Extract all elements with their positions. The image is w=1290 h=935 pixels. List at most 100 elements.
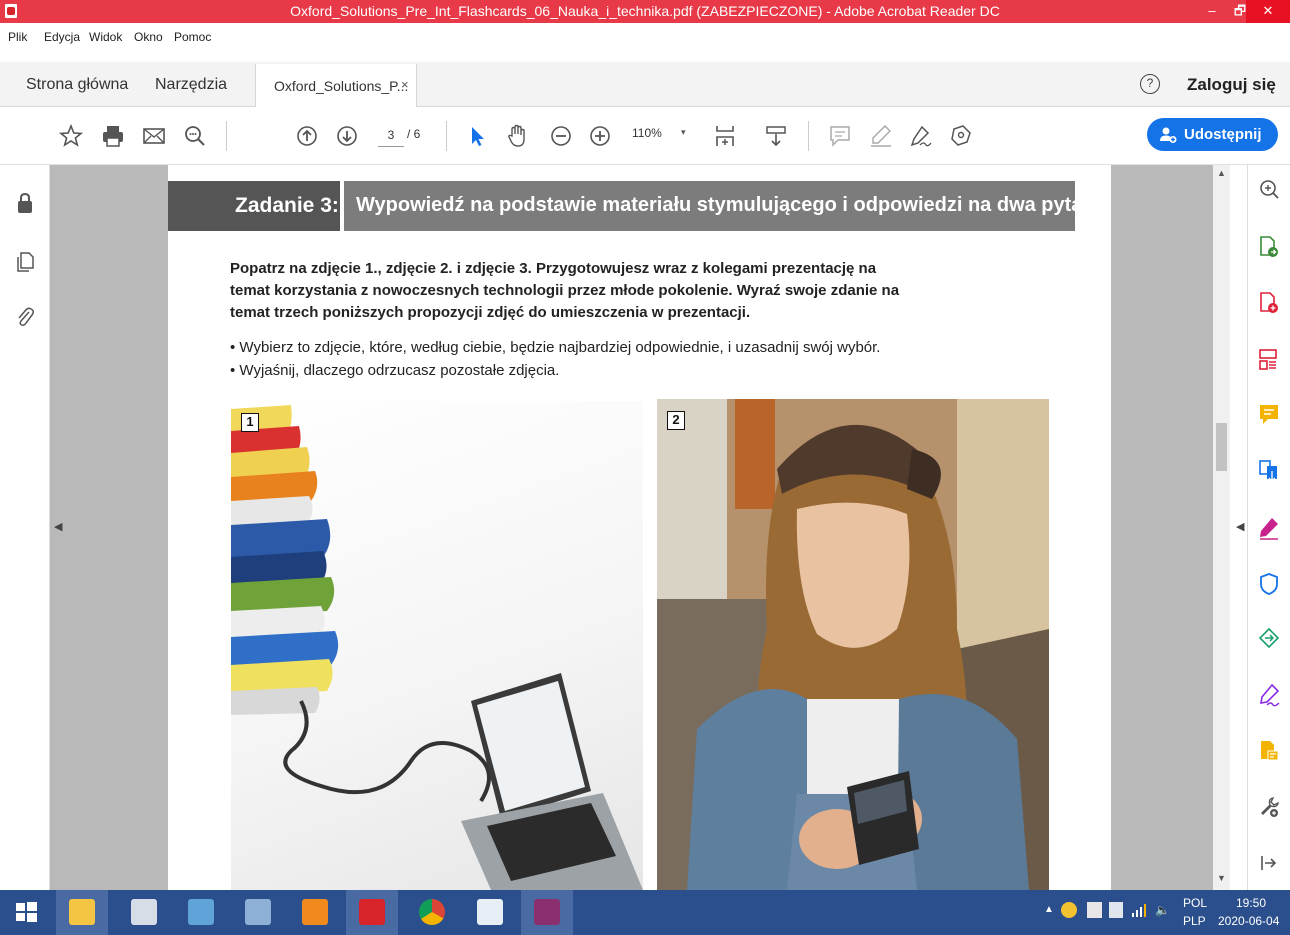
sign-pen-icon[interactable] [908, 123, 934, 149]
books-laptop-illustration [231, 405, 643, 890]
menu-window[interactable]: Okno [134, 30, 163, 44]
show-hidden-icons[interactable]: ▲ [1044, 904, 1054, 935]
help-icon[interactable]: ? [1140, 74, 1160, 94]
page-number-input[interactable]: 3 [378, 125, 404, 147]
export-pdf-icon[interactable] [1258, 235, 1280, 259]
boy-phone-illustration [657, 399, 1049, 890]
network-signal-icon[interactable] [1131, 902, 1147, 918]
scrollbar-thumb[interactable] [1216, 423, 1227, 471]
hand-tool-icon[interactable] [504, 123, 530, 149]
fill-sign-icon[interactable] [1258, 516, 1280, 540]
tab-document[interactable]: Oxford_Solutions_P... × [255, 64, 417, 107]
language-bottom[interactable]: PLP [1183, 914, 1206, 935]
tab-bar: Strona główna Narzędzia Oxford_Solutions… [0, 62, 1290, 107]
start-button[interactable] [0, 890, 52, 935]
search-icon[interactable] [182, 123, 208, 149]
right-tools-pane [1247, 165, 1290, 890]
tab-home[interactable]: Strona główna [26, 76, 128, 94]
photo-boy-with-phone: 2 [657, 399, 1049, 890]
stamp-icon[interactable] [948, 123, 974, 149]
close-tab-icon[interactable]: × [401, 77, 409, 92]
zoom-out-icon[interactable] [548, 123, 574, 149]
bookmark-star-icon[interactable] [58, 123, 84, 149]
photo-books-laptop: 1 [231, 401, 643, 890]
next-page-icon[interactable] [334, 123, 360, 149]
tray-app-icon[interactable] [1061, 902, 1077, 918]
control-panel-icon [188, 899, 214, 925]
task-bullets: Wybierz to zdjęcie, które, według ciebie… [230, 336, 930, 382]
photo-number-label: 2 [667, 411, 685, 430]
fit-page-icon[interactable] [712, 123, 738, 149]
print-icon[interactable] [100, 123, 126, 149]
window-title: Oxford_Solutions_Pre_Int_Flashcards_06_N… [290, 3, 1000, 19]
title-bar: Oxford_Solutions_Pre_Int_Flashcards_06_N… [0, 0, 1290, 23]
scroll-up-icon[interactable]: ▲ [1217, 168, 1226, 178]
share-label: Udostępnij [1184, 126, 1262, 143]
chrome-icon [419, 899, 445, 925]
collapse-right-pane-icon[interactable]: ◀ [1236, 520, 1244, 533]
organize-pages-icon[interactable] [1258, 348, 1280, 372]
expand-pane-icon[interactable] [1258, 851, 1280, 875]
select-cursor-icon[interactable] [464, 123, 490, 149]
bullet-item: Wyjaśnij, dlaczego odrzucasz pozostałe z… [230, 359, 930, 382]
taskbar-photo-viewer[interactable] [232, 890, 284, 935]
menu-file[interactable]: Plik [8, 30, 27, 44]
windows-logo-icon [16, 902, 37, 922]
scroll-mode-icon[interactable] [763, 123, 789, 149]
zoom-level-select[interactable]: 110% [632, 126, 662, 140]
attachment-icon[interactable] [13, 305, 37, 329]
taskbar-chrome[interactable] [406, 890, 458, 935]
taskbar-file-explorer[interactable] [56, 890, 108, 935]
lock-icon[interactable] [13, 191, 37, 215]
toolbar-divider [446, 121, 447, 151]
taskbar-notes-app[interactable] [118, 890, 170, 935]
email-icon[interactable] [141, 123, 167, 149]
create-pdf-icon[interactable] [1258, 291, 1280, 315]
previous-page-icon[interactable] [294, 123, 320, 149]
menu-help[interactable]: Pomoc [174, 30, 211, 44]
volume-icon[interactable]: 🔈 [1155, 903, 1170, 935]
taskbar-media-player[interactable] [289, 890, 341, 935]
acrobat-icon [359, 899, 385, 925]
comment-icon[interactable] [827, 123, 853, 149]
winrar-icon [534, 899, 560, 925]
tab-document-label: Oxford_Solutions_P... [274, 78, 409, 94]
clock-date[interactable]: 2020-06-04 [1218, 914, 1279, 935]
taskbar-acrobat-reader[interactable] [346, 890, 398, 935]
page-total: / 6 [407, 127, 421, 141]
taskbar-control-panel[interactable] [175, 890, 227, 935]
taskbar-winrar[interactable] [521, 890, 573, 935]
more-tools-icon[interactable] [1258, 795, 1280, 819]
task-label: Zadanie 3: [235, 194, 339, 217]
battery-icon[interactable] [1109, 902, 1123, 918]
notepad-icon [477, 899, 503, 925]
compare-files-icon[interactable] [1258, 459, 1280, 483]
taskbar-notepad[interactable] [464, 890, 516, 935]
toolbar-divider [808, 121, 809, 151]
tray-flag-icon[interactable] [1087, 902, 1102, 918]
scroll-down-icon[interactable]: ▼ [1217, 873, 1226, 883]
login-link[interactable]: Zaloguj się [1187, 75, 1276, 95]
toolbar: 3 / 6 110% ▾ Udostępnij [0, 107, 1290, 165]
add-user-icon [1160, 127, 1177, 143]
menu-edit[interactable]: Edycja [44, 30, 80, 44]
chevron-down-icon[interactable]: ▾ [681, 127, 686, 138]
zoom-search-icon[interactable] [1258, 178, 1280, 202]
share-button[interactable]: Udostępnij [1147, 118, 1278, 151]
highlight-icon[interactable] [868, 123, 894, 149]
send-signature-icon[interactable] [1258, 683, 1280, 707]
optimize-pdf-icon[interactable] [1258, 627, 1280, 651]
tab-tools[interactable]: Narzędzia [155, 76, 227, 94]
photo-viewer-icon [245, 899, 271, 925]
comment-tool-icon[interactable] [1258, 403, 1280, 427]
send-comments-icon[interactable] [1258, 739, 1280, 763]
close-button[interactable]: ✕ [1246, 0, 1290, 23]
vertical-scrollbar[interactable]: ▲ ▼ [1213, 165, 1230, 890]
notes-icon [131, 899, 157, 925]
menu-view[interactable]: Widok [89, 30, 122, 44]
left-navigation-pane [0, 165, 50, 890]
collapse-left-pane-icon[interactable]: ◀ [54, 520, 62, 533]
protect-shield-icon[interactable] [1258, 572, 1280, 596]
page-thumbnails-icon[interactable] [13, 250, 37, 274]
zoom-in-icon[interactable] [587, 123, 613, 149]
